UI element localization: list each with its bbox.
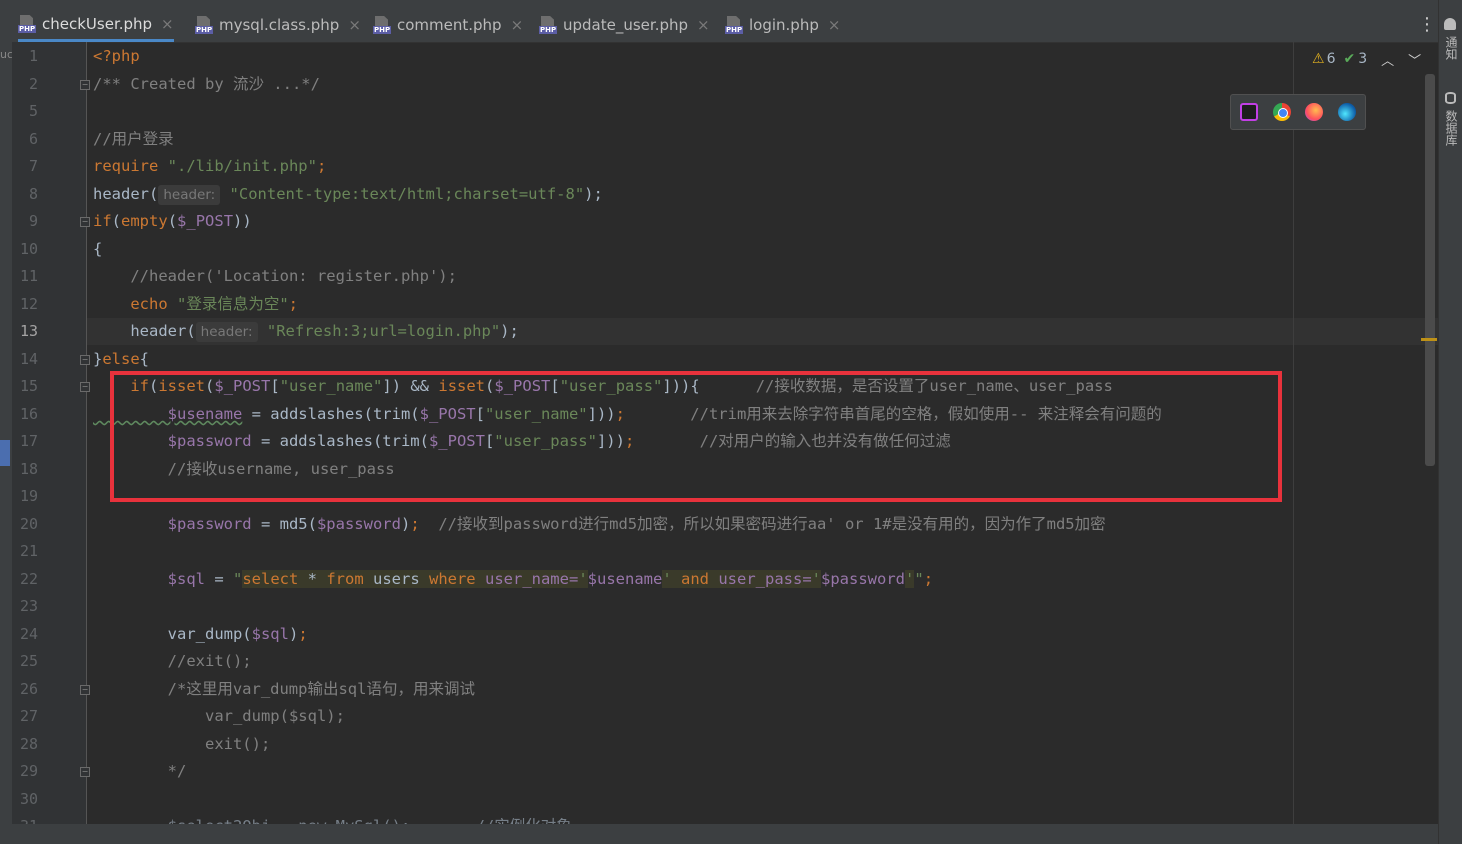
fold-toggle-icon[interactable]: − [80,382,90,392]
inspection-widget[interactable]: ⚠ 6 ✔ 3 ︿ ﹀ [1312,48,1421,70]
fold-toggle-icon[interactable]: − [80,217,90,227]
line-number[interactable]: 6 [12,126,38,153]
line-number[interactable]: 25 [12,648,38,675]
line-number-current[interactable]: 13 [12,318,38,345]
code-line: if(empty($_POST)) [93,212,252,230]
code-line: //header('Location: register.php'); [93,267,457,285]
tab-comment[interactable]: PHP comment.php × [373,8,523,42]
tab-login[interactable]: PHP login.php × [725,8,840,42]
line-number[interactable]: 9 [12,208,38,235]
code-line: require "./lib/init.php"; [93,157,327,175]
line-number[interactable]: 23 [12,593,38,620]
notifications-tool-button[interactable]: 通知 [1443,36,1460,60]
line-number[interactable]: 16 [12,401,38,428]
open-in-browser-popup [1230,94,1366,130]
line-number[interactable]: 29 [12,758,38,785]
line-number[interactable]: 24 [12,621,38,648]
php-file-icon: PHP [725,16,744,34]
tab-update-user[interactable]: PHP update_user.php × [539,8,710,42]
next-highlight-icon[interactable]: ﹀ [1408,50,1421,69]
code-line: $password = md5($password); //接收到passwor… [93,515,1106,533]
parameter-hint: header: [158,185,221,205]
php-file-icon: PHP [195,16,214,34]
weak-warning-icon: ✔ [1343,51,1356,67]
firefox-icon[interactable] [1305,103,1323,121]
line-number[interactable]: 14 [12,346,38,373]
line-number[interactable]: 26 [12,676,38,703]
line-number[interactable]: 21 [12,538,38,565]
line-number[interactable]: 18 [12,456,38,483]
line-number[interactable]: 19 [12,483,38,510]
code-line-current: header(header: "Refresh:3;url=login.php"… [93,322,519,342]
code-line: var_dump($sql); [93,625,308,643]
tab-mysql-class[interactable]: PHP mysql.class.php × [195,8,361,42]
horizontal-scroll-area [0,824,1438,844]
tab-label: login.php [749,16,819,34]
code-line: //exit(); [93,652,252,670]
line-number[interactable]: 28 [12,731,38,758]
php-file-icon: PHP [539,16,558,34]
vertical-scrollbar[interactable] [1425,74,1435,466]
line-number[interactable]: 10 [12,236,38,263]
close-icon[interactable]: × [511,16,524,34]
line-number[interactable]: 20 [12,511,38,538]
code-line: }else{ [93,350,150,368]
chrome-icon[interactable] [1273,103,1291,121]
edge-icon[interactable] [1338,103,1356,121]
line-number[interactable]: 8 [12,181,38,208]
code-line: <?php [93,47,140,65]
code-line: { [93,240,103,258]
line-number[interactable]: 27 [12,703,38,730]
line-number[interactable]: 1 [12,43,38,70]
previous-highlight-icon[interactable]: ︿ [1381,50,1394,69]
code-line: echo "登录信息为空"; [93,295,299,313]
code-line: /*这里用var_dump输出sql语句，用来调试 [93,680,475,698]
parameter-hint: header: [195,322,258,342]
tab-label: comment.php [397,16,502,34]
line-number[interactable]: 12 [12,291,38,318]
close-icon[interactable]: × [348,16,361,34]
line-number[interactable]: 2 [12,71,38,98]
fold-end-icon[interactable]: − [80,767,90,777]
php-file-icon: PHP [373,16,392,34]
highlight-annotation-box [110,371,1282,502]
fold-toggle-icon[interactable]: − [80,355,90,365]
close-icon[interactable]: × [828,16,841,34]
code-line: exit(); [93,735,271,753]
right-margin-guide [1293,42,1294,824]
database-icon[interactable] [1445,92,1456,104]
line-number[interactable]: 11 [12,263,38,290]
line-number[interactable]: 30 [12,786,38,813]
editor-tab-bar: PHP checkUser.php × PHP mysql.class.php … [0,0,1438,43]
line-number[interactable]: 5 [12,98,38,125]
more-options-icon[interactable]: ⋮ [1418,14,1436,35]
tab-checkuser[interactable]: PHP checkUser.php × [18,8,174,42]
database-tool-button[interactable]: 数据库 [1443,110,1460,146]
line-number[interactable]: 15 [12,373,38,400]
line-number[interactable]: 7 [12,153,38,180]
bookmark-marker [0,440,10,466]
line-number[interactable]: 22 [12,566,38,593]
code-line: /** Created by 流沙 ...*/ [93,75,320,93]
code-line: header(header: "Content-type:text/html;c… [93,185,603,205]
line-number[interactable]: 17 [12,428,38,455]
phpstorm-icon[interactable] [1240,103,1258,121]
tab-label: checkUser.php [42,14,153,33]
fold-toggle-icon[interactable]: − [80,685,90,695]
weak-warning-count: 3 [1358,51,1368,67]
warning-icon: ⚠ [1312,51,1325,67]
scrollbar-warning-marker[interactable] [1421,338,1437,341]
php-file-icon: PHP [18,14,37,33]
fold-toggle-icon[interactable]: − [80,80,90,90]
code-line: */ [93,762,187,780]
close-icon[interactable]: × [161,15,174,33]
code-line: //用户登录 [93,130,174,148]
tab-label: update_user.php [563,16,689,34]
close-icon[interactable]: × [697,16,710,34]
code-line: $sql = "select * from users where user_n… [93,570,934,588]
warning-count: 6 [1326,51,1336,67]
tab-label: mysql.class.php [219,16,340,34]
code-line: var_dump($sql); [93,707,345,725]
bell-icon[interactable] [1444,18,1456,30]
